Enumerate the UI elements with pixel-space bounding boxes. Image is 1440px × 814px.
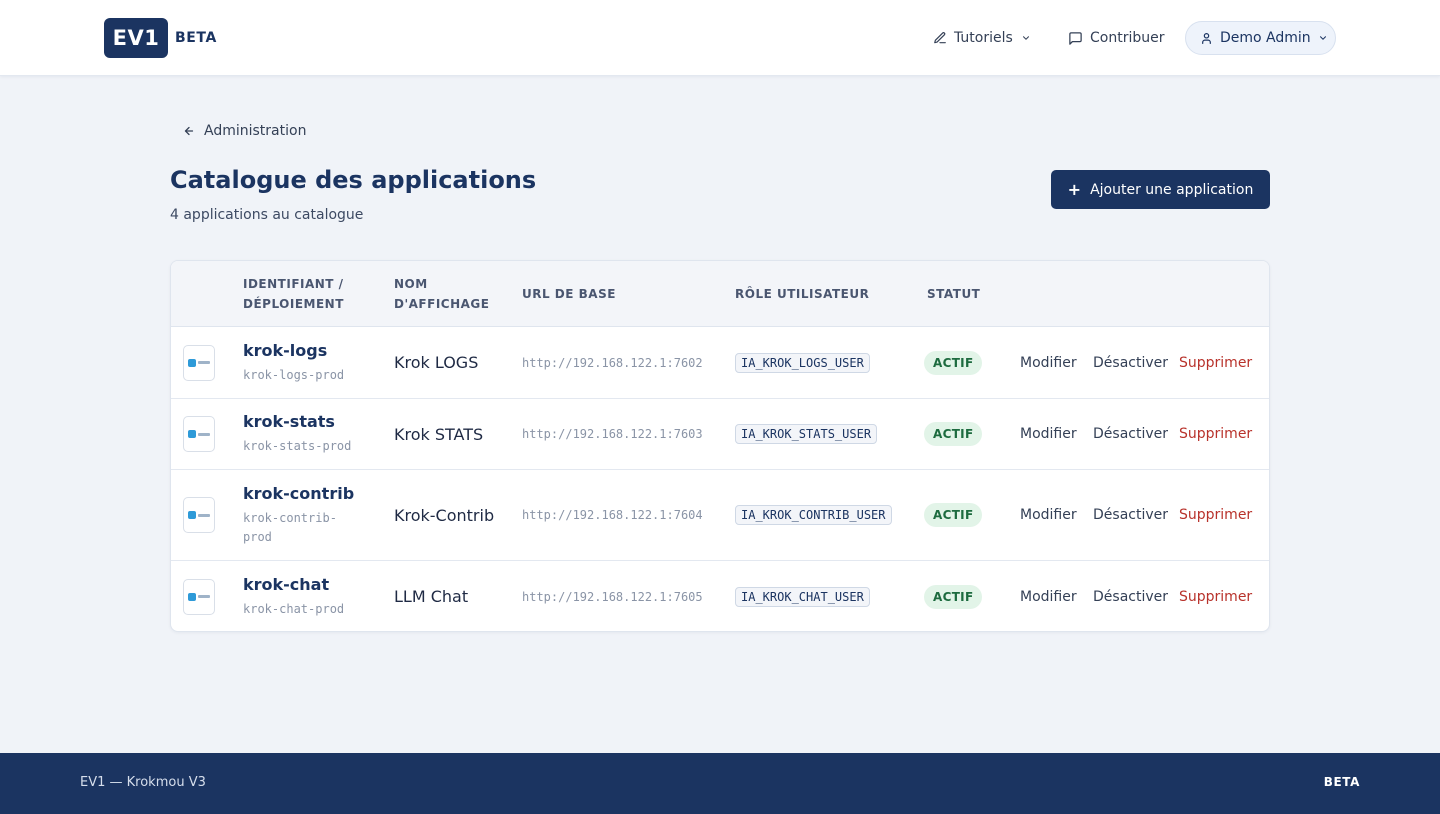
- footer-beta-badge: BETA: [1323, 775, 1360, 789]
- app-deployment: krok-contrib-prod: [243, 510, 337, 544]
- header-display-name: NOM D'AFFICHAGE: [394, 277, 490, 311]
- llm-chat-logo-icon: [183, 578, 215, 615]
- tutorials-label: Tutoriels: [954, 30, 1013, 46]
- krok-logs-logo-icon: [183, 344, 215, 381]
- app-deployment: krok-stats-prod: [243, 439, 352, 453]
- edit-button[interactable]: Modifier: [1020, 355, 1077, 371]
- pencil-icon: [934, 32, 946, 44]
- app-deployment: krok-chat-prod: [243, 601, 345, 616]
- status-badge: ACTIF: [924, 350, 983, 375]
- app-display-name: LLM Chat: [394, 587, 469, 606]
- header-user-role: RÔLE UTILISATEUR: [735, 287, 870, 301]
- app-user-role: IA_KROK_STATS_USER: [735, 424, 878, 444]
- footer-credits: EV1 — Krokmou V3: [80, 775, 206, 790]
- contribute-link[interactable]: Contribuer: [1068, 28, 1164, 48]
- status-badge: ACTIF: [924, 503, 983, 527]
- status-badge: ACTIF: [924, 422, 983, 446]
- arrow-left-icon: [184, 126, 194, 136]
- back-label: Administration: [204, 123, 307, 139]
- message-square-icon: [1069, 31, 1082, 45]
- beta-badge: BETA: [175, 30, 217, 46]
- add-application-button[interactable]: + Ajouter une application: [1051, 170, 1270, 209]
- table-row: krok-stats krok-stats-prod Krok STATS ht…: [171, 399, 1269, 470]
- edit-button[interactable]: Modifier: [1020, 589, 1077, 605]
- deactivate-button[interactable]: Désactiver: [1093, 507, 1168, 523]
- header-identifier: IDENTIFIANT / DÉPLOIEMENT: [243, 277, 344, 311]
- tutorials-menu[interactable]: Tutoriels: [933, 28, 1031, 48]
- app-base-url: http://192.168.122.1:7605: [522, 589, 703, 604]
- app-base-url: http://192.168.122.1:7603: [522, 427, 703, 441]
- user-menu-button[interactable]: Demo Admin: [1185, 21, 1336, 55]
- page-title: Catalogue des applications: [170, 166, 537, 194]
- app-identifier: krok-chat: [243, 574, 330, 594]
- app-display-name: Krok LOGS: [394, 353, 479, 372]
- table-row: krok-contrib krok-contrib-prod Krok-Cont…: [171, 470, 1269, 561]
- app-base-url: http://192.168.122.1:7602: [522, 355, 703, 370]
- chevron-down-icon: [1022, 36, 1029, 40]
- app-display-name: Krok-Contrib: [394, 505, 495, 525]
- app-base-url: http://192.168.122.1:7604: [522, 508, 703, 522]
- page-footer: EV1 — Krokmou V3 BETA: [0, 753, 1440, 814]
- delete-button[interactable]: Supprimer: [1179, 426, 1252, 442]
- header-base-url: URL DE BASE: [522, 287, 616, 301]
- krok-contrib-logo-icon: [183, 497, 215, 533]
- edit-button[interactable]: Modifier: [1020, 507, 1077, 523]
- top-navbar: EV1 BETA Tutoriels Contribuer Demo Admin: [0, 0, 1440, 76]
- delete-button[interactable]: Supprimer: [1179, 507, 1252, 523]
- deactivate-button[interactable]: Désactiver: [1093, 355, 1168, 371]
- chevron-down-icon: [1319, 36, 1326, 40]
- page-subtitle: 4 applications au catalogue: [170, 207, 364, 223]
- applications-table: IDENTIFIANT / DÉPLOIEMENT NOM D'AFFICHAG…: [170, 260, 1270, 632]
- app-user-role: IA_KROK_CONTRIB_USER: [735, 505, 892, 525]
- contribute-label: Contribuer: [1090, 30, 1165, 46]
- header-status: STATUT: [927, 287, 981, 301]
- app-user-role: IA_KROK_LOGS_USER: [735, 352, 870, 373]
- user-icon: [1202, 32, 1211, 44]
- table-row: krok-chat krok-chat-prod LLM Chat http:/…: [171, 561, 1269, 631]
- delete-button[interactable]: Supprimer: [1179, 589, 1252, 605]
- deactivate-button[interactable]: Désactiver: [1093, 426, 1168, 442]
- krok-stats-logo-icon: [183, 416, 215, 452]
- app-deployment: krok-logs-prod: [243, 367, 345, 382]
- deactivate-button[interactable]: Désactiver: [1093, 589, 1168, 605]
- app-identifier: krok-stats: [243, 412, 335, 431]
- plus-icon: +: [1067, 180, 1082, 199]
- app-display-name: Krok STATS: [394, 424, 484, 444]
- app-logo[interactable]: EV1: [104, 18, 168, 58]
- status-badge: ACTIF: [924, 584, 983, 609]
- add-application-label: Ajouter une application: [1090, 181, 1254, 198]
- table-row: krok-logs krok-logs-prod Krok LOGS http:…: [171, 327, 1269, 399]
- app-identifier: krok-logs: [243, 340, 328, 360]
- table-header: IDENTIFIANT / DÉPLOIEMENT NOM D'AFFICHAG…: [171, 261, 1269, 327]
- user-name: Demo Admin: [1220, 30, 1311, 46]
- edit-button[interactable]: Modifier: [1020, 426, 1077, 442]
- app-identifier: krok-contrib: [243, 483, 355, 503]
- back-to-administration-link[interactable]: Administration: [183, 123, 306, 139]
- app-user-role: IA_KROK_CHAT_USER: [735, 586, 870, 607]
- delete-button[interactable]: Supprimer: [1179, 355, 1252, 371]
